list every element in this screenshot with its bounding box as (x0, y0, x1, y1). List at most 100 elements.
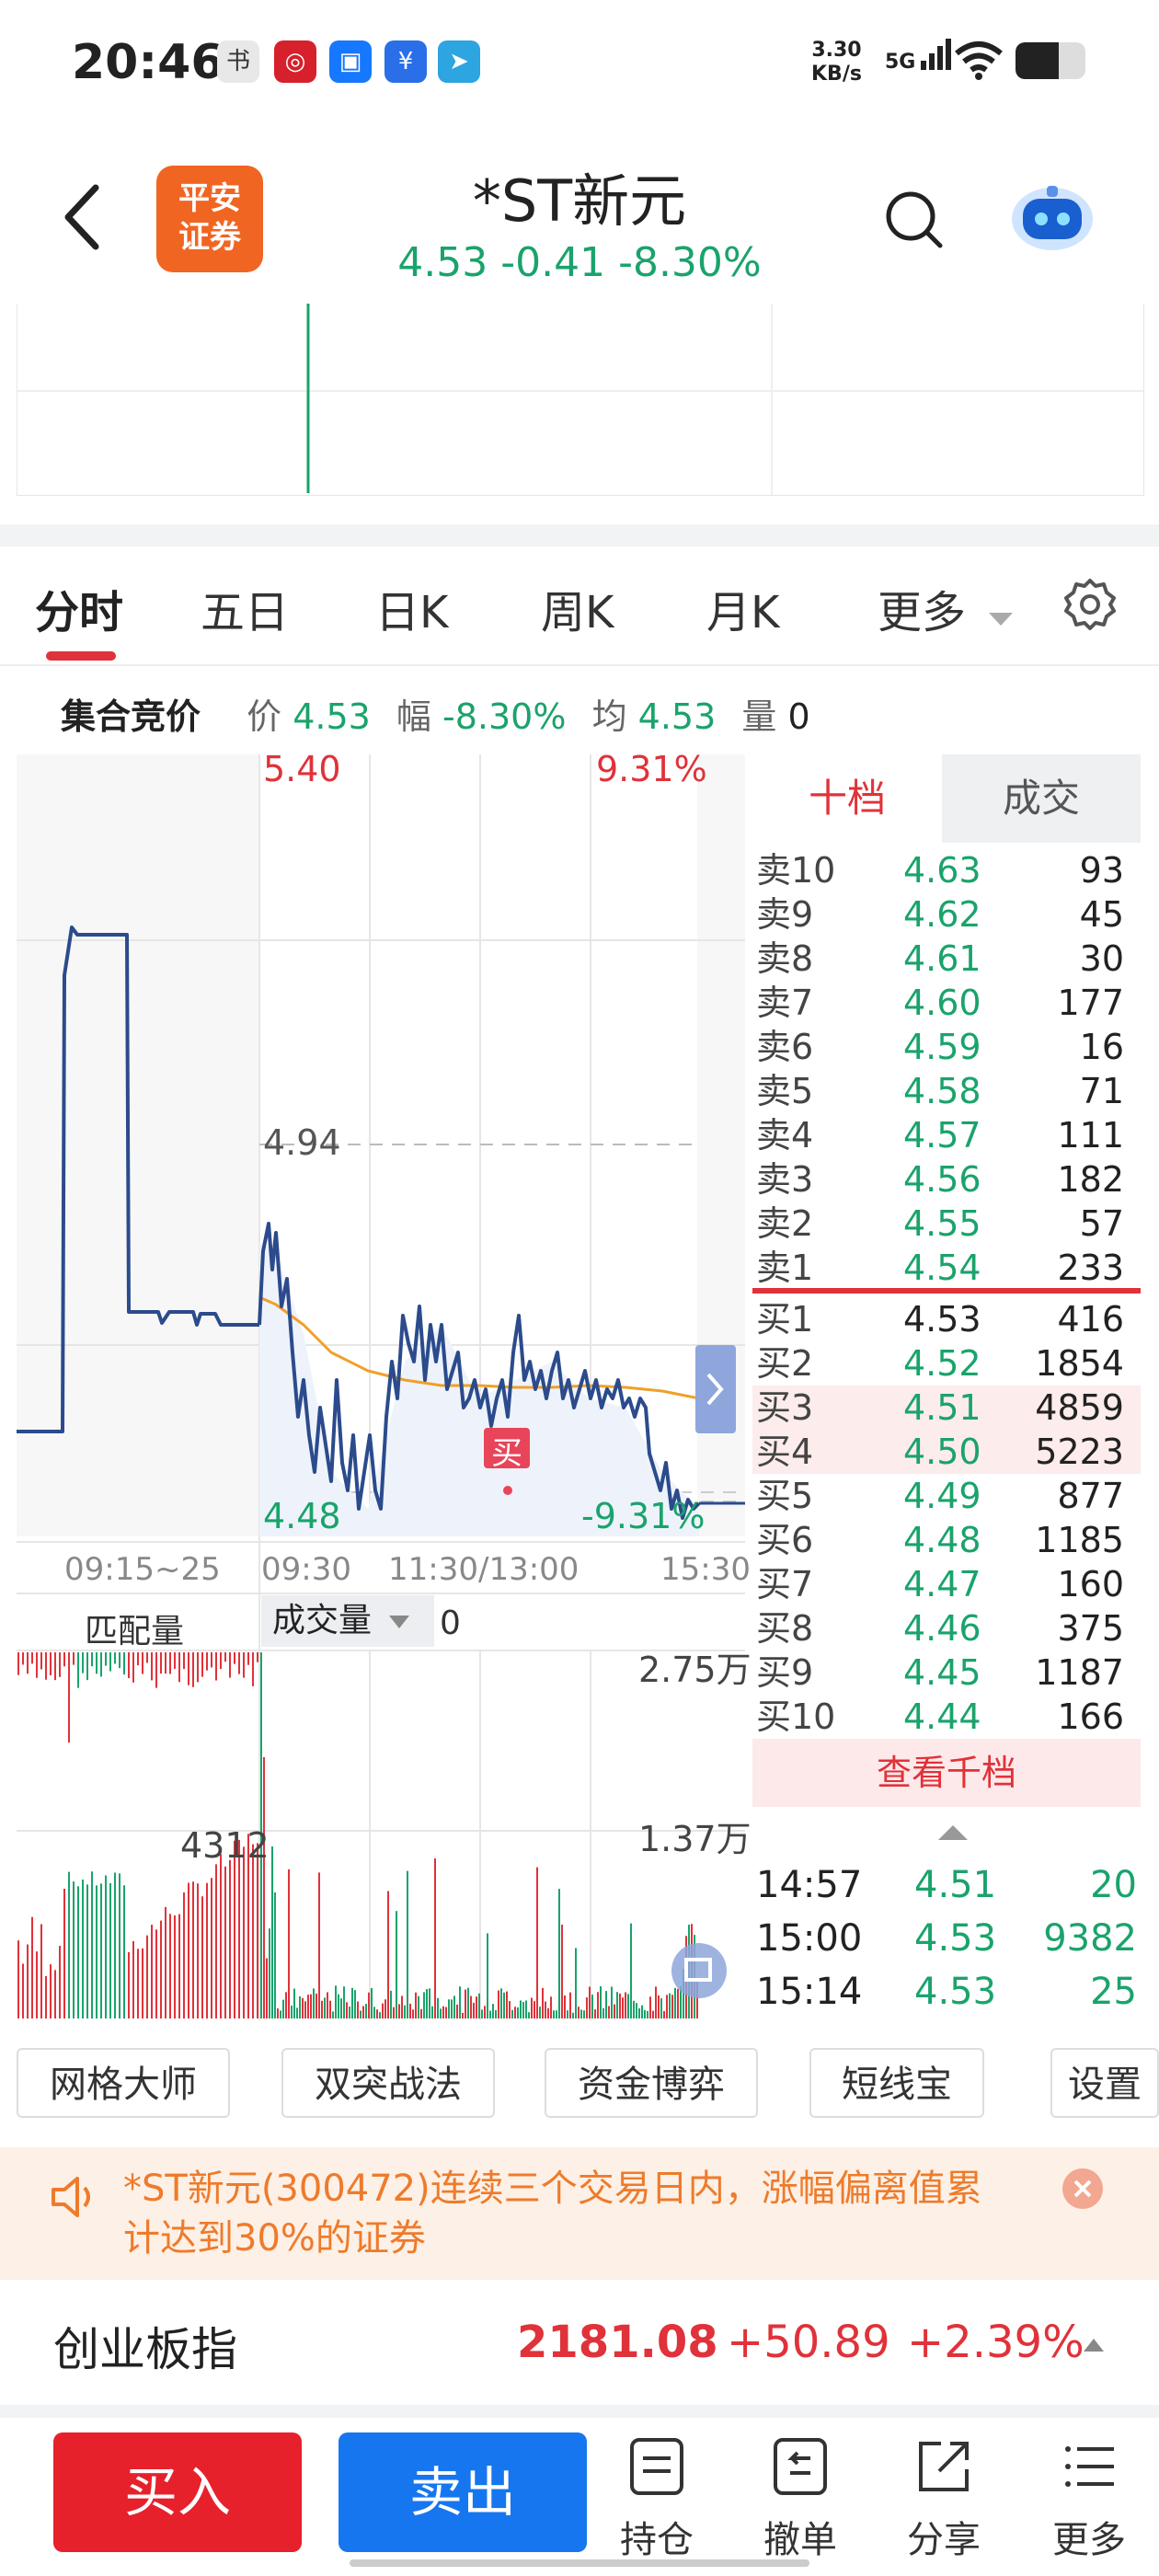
search-icon[interactable] (883, 189, 944, 249)
more-button[interactable]: 更多 (1043, 2436, 1135, 2563)
expand-up-icon[interactable] (1082, 2335, 1106, 2353)
match-volume-label: 匹配量 (85, 1613, 185, 1650)
match-volume-value: 4312 (180, 1825, 270, 1866)
ask-level-label: 卖7 (756, 983, 814, 1023)
ask-volume: 93 (1079, 850, 1124, 891)
tools-settings-button[interactable]: 设置 (1050, 2048, 1159, 2118)
ask-volume: 45 (1079, 894, 1124, 935)
bid-price: 4.52 (903, 1343, 981, 1384)
bid-level-label: 买7 (756, 1564, 814, 1604)
bid-price: 4.46 (903, 1608, 981, 1649)
chart-expand-handle[interactable] (695, 1345, 736, 1433)
ask-level-row[interactable]: 卖7 4.60 177 (752, 981, 1141, 1025)
bid-level-label: 买8 (756, 1608, 814, 1649)
ask-level-row[interactable]: 卖8 4.61 30 (752, 937, 1141, 981)
ask-volume: 16 (1079, 1027, 1124, 1067)
volume-indicator-select[interactable]: 成交量 (261, 1595, 434, 1647)
risk-notice-text: *ST新元(300472)连续三个交易日内，涨幅偏离值累计达到30%的证券 (123, 2168, 982, 2260)
fund-game-button[interactable]: 资金博弈 (545, 2048, 758, 2118)
trade-price: 4.53 (914, 1971, 997, 2013)
ask-level-row[interactable]: 卖4 4.57 111 (752, 1113, 1141, 1157)
bid-volume: 1187 (1035, 1652, 1124, 1693)
ask-level-label: 卖1 (756, 1248, 814, 1288)
collapse-arrow-icon[interactable] (936, 1822, 970, 1844)
bid-price: 4.50 (903, 1432, 981, 1472)
cancel-order-button[interactable]: 撤单 (754, 2436, 846, 2563)
chart-zoom-button[interactable] (671, 1943, 727, 1998)
index-change: +50.89 (727, 2317, 890, 2368)
chart-mid-price: 4.94 (263, 1122, 341, 1163)
bid-level-row[interactable]: 买7 4.47 160 (752, 1562, 1141, 1606)
ask-level-row[interactable]: 卖6 4.59 16 (752, 1025, 1141, 1069)
bid-level-label: 买5 (756, 1476, 814, 1516)
bid-price: 4.51 (903, 1387, 981, 1428)
bid-level-label: 买3 (756, 1387, 814, 1428)
buy-button[interactable]: 买入 (53, 2432, 302, 2552)
chart-low-pct: -9.31% (581, 1496, 706, 1536)
tab-more[interactable]: 更多 (878, 576, 1015, 640)
view-thousand-levels-button[interactable]: 查看千档 (752, 1739, 1141, 1807)
time-label-midday: 11:30/13:00 (388, 1551, 580, 1588)
ask-level-row[interactable]: 卖1 4.54 233 (752, 1246, 1141, 1290)
trade-volume: 20 (1090, 1864, 1137, 1906)
ask-level-label: 卖9 (756, 894, 814, 935)
bid-level-row[interactable]: 买10 4.44 166 (752, 1695, 1141, 1739)
bid-level-row[interactable]: 买9 4.45 1187 (752, 1650, 1141, 1695)
bid-volume: 375 (1057, 1608, 1124, 1649)
ask-level-row[interactable]: 卖5 4.58 71 (752, 1069, 1141, 1113)
bid-volume: 1185 (1035, 1520, 1124, 1560)
ask-level-label: 卖3 (756, 1159, 814, 1200)
grid-master-button[interactable]: 网格大师 (17, 2048, 230, 2118)
time-label-open: 09:30 (261, 1551, 351, 1588)
trade-row: 15:14 4.53 25 (756, 1965, 1141, 2018)
ask-price: 4.62 (903, 894, 981, 935)
bid-price: 4.45 (903, 1652, 981, 1693)
bid-volume: 166 (1057, 1696, 1124, 1737)
ask-price: 4.59 (903, 1027, 981, 1067)
sell-button[interactable]: 卖出 (339, 2432, 587, 2552)
preopen-price-line (17, 926, 259, 1433)
index-name: 创业板指 (53, 2323, 237, 2376)
wifi-icon (955, 41, 1003, 80)
chart-high-pct: 9.31% (596, 749, 707, 789)
index-value: 2181.08 (517, 2317, 718, 2368)
bid-level-row[interactable]: 买4 4.50 5223 (752, 1430, 1141, 1474)
bid-level-row[interactable]: 买6 4.48 1185 (752, 1518, 1141, 1562)
positions-button[interactable]: 持仓 (611, 2436, 703, 2563)
signal-icon: 5G (885, 37, 952, 74)
bid-level-row[interactable]: 买2 4.52 1854 (752, 1341, 1141, 1386)
tab-ten-levels[interactable]: 十档 (752, 754, 942, 843)
ask-level-label: 卖10 (756, 850, 836, 891)
double-breakout-button[interactable]: 双突战法 (281, 2048, 495, 2118)
volume-indicator-value: 0 (440, 1604, 461, 1642)
ask-level-row[interactable]: 卖10 4.63 93 (752, 848, 1141, 892)
ask-volume: 57 (1079, 1203, 1124, 1244)
ask-level-row[interactable]: 卖2 4.55 57 (752, 1202, 1141, 1246)
bid-level-label: 买10 (756, 1696, 836, 1737)
share-button[interactable]: 分享 (898, 2436, 990, 2563)
trade-volume: 25 (1090, 1971, 1137, 2013)
ai-assistant-icon[interactable] (1008, 180, 1096, 254)
ask-volume: 182 (1057, 1159, 1124, 1200)
bid-volume: 160 (1057, 1564, 1124, 1604)
bid-level-row[interactable]: 买3 4.51 4859 (752, 1386, 1141, 1430)
bid-volume: 4859 (1035, 1387, 1124, 1428)
home-indicator (350, 2559, 809, 2567)
ask-level-row[interactable]: 卖3 4.56 182 (752, 1157, 1141, 1202)
short-term-button[interactable]: 短线宝 (809, 2048, 984, 2118)
bid-level-row[interactable]: 买5 4.49 877 (752, 1474, 1141, 1518)
bid-level-row[interactable]: 买8 4.46 375 (752, 1606, 1141, 1650)
bid-price: 4.53 (903, 1299, 981, 1340)
net-speed: 3.30 KB/s (811, 39, 862, 86)
bid-level-row[interactable]: 买1 4.53 416 (752, 1297, 1141, 1341)
ask-level-label: 卖5 (756, 1071, 814, 1111)
ask-level-row[interactable]: 卖9 4.62 45 (752, 892, 1141, 937)
tab-trades[interactable]: 成交 (942, 754, 1141, 843)
chart-low-price: 4.48 (263, 1496, 341, 1536)
close-notice-icon[interactable] (1061, 2168, 1104, 2210)
bid-price: 4.47 (903, 1564, 981, 1604)
settings-gear-icon[interactable] (1063, 578, 1117, 631)
ask-level-label: 卖2 (756, 1203, 814, 1244)
bid-volume: 5223 (1035, 1432, 1124, 1472)
trade-time: 14:57 (756, 1864, 863, 1906)
